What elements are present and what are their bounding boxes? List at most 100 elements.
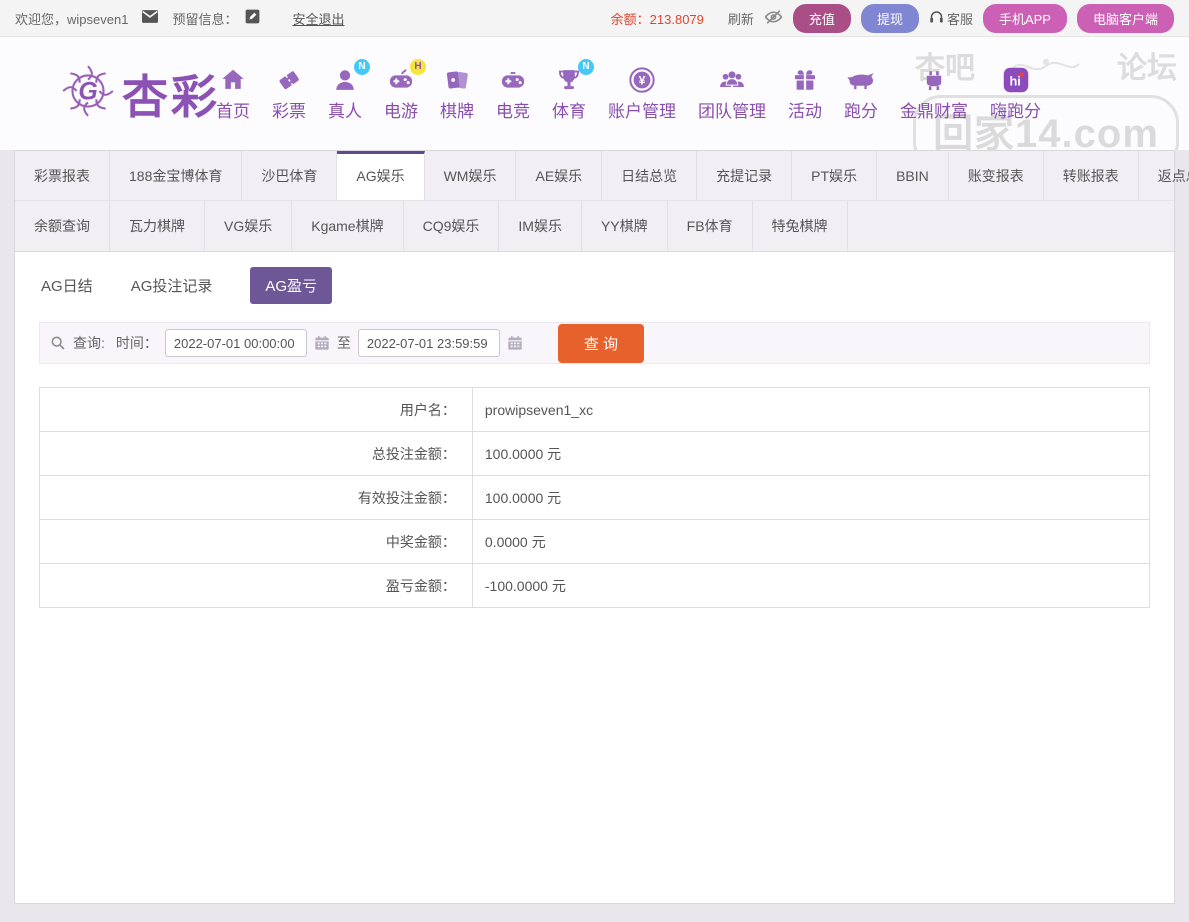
subtab-ag-daily[interactable]: AG日结 [41, 275, 93, 296]
balance-value: 213.8079 [650, 12, 704, 27]
customer-service-label: 客服 [947, 9, 973, 28]
tab-bbin[interactable]: BBIN [877, 151, 949, 200]
site-logo[interactable]: G 杏彩 [60, 61, 220, 127]
tab-balance-query[interactable]: 余额查询 [15, 201, 110, 251]
tab-deposit-withdraw-record[interactable]: 充提记录 [697, 151, 792, 200]
tab-pt[interactable]: PT娱乐 [792, 151, 877, 200]
table-row: 有效投注金额： 100.0000 元 [40, 476, 1150, 520]
edit-icon[interactable] [245, 9, 260, 27]
recharge-button[interactable]: 充值 [793, 4, 851, 33]
table-row: 盈亏金额： -100.0000 元 [40, 564, 1150, 608]
welcome-text: 欢迎您，wipseven1 [15, 9, 128, 28]
query-label: 查询: [73, 333, 105, 353]
nav-lottery[interactable]: 彩票 [272, 66, 306, 122]
esports-gamepad-icon [499, 66, 527, 94]
nav-badge-n: N [354, 59, 370, 75]
nav-sports[interactable]: N 体育 [552, 66, 586, 122]
nav-hi-paofen[interactable]: hi 嗨跑分 [990, 66, 1041, 122]
row-value: 0.0000 元 [472, 520, 1149, 564]
search-icon [50, 335, 66, 351]
report-tabs-row2: 余额查询 瓦力棋牌 VG娱乐 Kgame棋牌 CQ9娱乐 IM娱乐 YY棋牌 F… [15, 201, 1174, 251]
tab-fb-sport[interactable]: FB体育 [668, 201, 753, 251]
tab-ag[interactable]: AG娱乐 [337, 151, 424, 200]
tab-transfer-report[interactable]: 转账报表 [1044, 151, 1139, 200]
tab-wm[interactable]: WM娱乐 [425, 151, 517, 200]
row-label: 中奖金额： [40, 520, 473, 564]
balance-text: 余额：213.8079 [611, 9, 704, 28]
tab-daily-summary[interactable]: 日结总览 [602, 151, 697, 200]
tab-cq9[interactable]: CQ9娱乐 [404, 201, 500, 251]
team-people-icon [718, 66, 746, 94]
pc-client-button[interactable]: 电脑客户端 [1077, 4, 1174, 33]
time-from-input[interactable] [165, 329, 307, 357]
nav-paofen[interactable]: 跑分 [844, 66, 878, 122]
nav-badge-n2: N [578, 59, 594, 75]
tab-ae[interactable]: AE娱乐 [516, 151, 602, 200]
site-header: G 杏彩 首页 彩票 N 真人 H 电游 棋牌 电竞 [0, 37, 1189, 150]
tab-188-sport[interactable]: 188金宝博体育 [110, 151, 242, 200]
svg-text:¥: ¥ [639, 73, 646, 87]
tab-yy-cards[interactable]: YY棋牌 [582, 201, 668, 251]
nav-home[interactable]: 首页 [216, 66, 250, 122]
table-row: 总投注金额： 100.0000 元 [40, 432, 1150, 476]
svg-text:hi: hi [1009, 73, 1020, 88]
report-tabs: 彩票报表 188金宝博体育 沙巴体育 AG娱乐 WM娱乐 AE娱乐 日结总览 充… [15, 151, 1174, 252]
nav-esports[interactable]: 电竞 [496, 66, 530, 122]
tab-shaba-sport[interactable]: 沙巴体育 [242, 151, 337, 200]
row-value: 100.0000 元 [472, 432, 1149, 476]
main-panel: 彩票报表 188金宝博体育 沙巴体育 AG娱乐 WM娱乐 AE娱乐 日结总览 充… [14, 150, 1175, 904]
mobile-app-button[interactable]: 手机APP [983, 4, 1067, 33]
nav-jinding-wealth[interactable]: 金鼎财富 [900, 66, 968, 122]
tripod-cauldron-icon [920, 66, 948, 94]
top-bar: 欢迎您，wipseven1 预留信息： 安全退出 余额：213.8079 刷新 … [0, 0, 1189, 37]
hi-app-icon: hi [1002, 66, 1030, 94]
tab-vg[interactable]: VG娱乐 [205, 201, 292, 251]
withdraw-button[interactable]: 提现 [861, 4, 919, 33]
gift-icon [791, 66, 819, 94]
home-icon [219, 66, 247, 94]
to-label: 至 [337, 333, 351, 353]
table-row: 中奖金额： 0.0000 元 [40, 520, 1150, 564]
nav-egames[interactable]: H 电游 [384, 66, 418, 122]
tab-wali-cards[interactable]: 瓦力棋牌 [110, 201, 205, 251]
nav-account-manage[interactable]: ¥ 账户管理 [608, 66, 676, 122]
row-label: 有效投注金额： [40, 476, 473, 520]
ticket-icon [275, 66, 303, 94]
nav-badge-h: H [410, 59, 426, 75]
headset-icon [929, 10, 944, 27]
reserved-info-label: 预留信息： [172, 9, 237, 28]
logo-text: 杏彩 [122, 61, 220, 127]
nav-live-casino[interactable]: N 真人 [328, 66, 362, 122]
cards-icon [443, 66, 471, 94]
query-bar: 查询: 时间： 至 查 询 [39, 322, 1150, 364]
logo-flower-icon: G [60, 63, 116, 124]
calendar-from-icon[interactable] [314, 335, 330, 351]
tab-tetu-cards[interactable]: 特兔棋牌 [753, 201, 848, 251]
tab-im[interactable]: IM娱乐 [499, 201, 582, 251]
time-label: 时间： [116, 333, 158, 353]
refresh-button[interactable]: 刷新 [728, 9, 754, 28]
report-tabs-row1: 彩票报表 188金宝博体育 沙巴体育 AG娱乐 WM娱乐 AE娱乐 日结总览 充… [15, 151, 1174, 201]
tab-kgame-cards[interactable]: Kgame棋牌 [292, 201, 403, 251]
nav-activity[interactable]: 活动 [788, 66, 822, 122]
ag-subtabs: AG日结 AG投注记录 AG盈亏 [15, 252, 1174, 315]
tab-lottery-report[interactable]: 彩票报表 [15, 151, 110, 200]
calendar-to-icon[interactable] [507, 335, 523, 351]
nav-team-manage[interactable]: 团队管理 [698, 66, 766, 122]
row-value: -100.0000 元 [472, 564, 1149, 608]
tab-account-change-report[interactable]: 账变报表 [949, 151, 1044, 200]
watermark-right: 论坛 [1117, 43, 1177, 87]
customer-service-link[interactable]: 客服 [929, 9, 973, 28]
eye-off-icon[interactable] [764, 9, 783, 28]
subtab-ag-bet-record[interactable]: AG投注记录 [131, 275, 213, 296]
time-to-input[interactable] [358, 329, 500, 357]
subtab-ag-profit-loss[interactable]: AG盈亏 [250, 267, 332, 304]
tab-rebate-total[interactable]: 返点总额 [1139, 151, 1189, 200]
profit-loss-table: 用户名： prowipseven1_xc 总投注金额： 100.0000 元 有… [39, 387, 1150, 608]
query-submit-button[interactable]: 查 询 [558, 324, 644, 363]
nav-card-games[interactable]: 棋牌 [440, 66, 474, 122]
svg-text:G: G [78, 77, 97, 105]
row-value: prowipseven1_xc [472, 388, 1149, 432]
envelope-icon[interactable] [142, 10, 158, 26]
logout-link[interactable]: 安全退出 [292, 9, 344, 28]
